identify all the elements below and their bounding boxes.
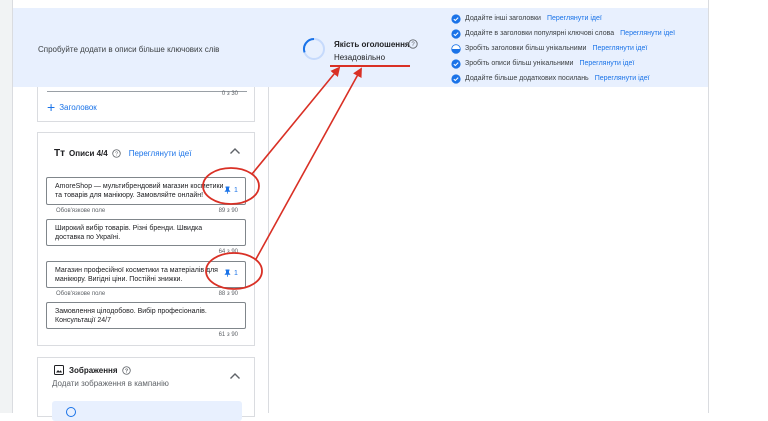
description-text: Широкий вибір товарів. Різні бренди. Шви… [55, 225, 203, 241]
suggestion-text: Зробіть заголовки більш унікальними [465, 45, 587, 52]
pin-indicator[interactable]: 1 [224, 269, 238, 277]
images-info-box [52, 401, 242, 421]
check-circle-icon [451, 74, 461, 84]
descriptions-title: Описи 4/4 [69, 149, 108, 158]
description-char-counter: 61 з 90 [218, 332, 238, 338]
description-char-counter: 64 з 90 [218, 249, 238, 255]
suggestion-text: Зробіть описи більш унікальними [465, 60, 574, 67]
check-circle-icon [451, 29, 461, 39]
description-field-4[interactable]: Замовлення цілодобово. Вибір професіонал… [46, 302, 246, 329]
required-field-label: Обов'язкове поле [56, 291, 106, 297]
svg-text:?: ? [411, 42, 415, 48]
right-gutter [709, 0, 768, 413]
description-char-counter: 88 з 90 [218, 291, 238, 297]
help-circle-icon[interactable]: ? [112, 149, 121, 158]
suggestion-ideas-link[interactable]: Переглянути ідеї [595, 75, 650, 82]
description-field-1[interactable]: AmoreShop — мультибрендовий магазин косм… [46, 177, 246, 205]
description-char-counter: 89 з 90 [218, 208, 238, 214]
ad-quality-title: Якість оголошення [334, 40, 410, 49]
suggestion-text: Додайте більше додаткових посилань [465, 75, 589, 82]
suggestion-ideas-link[interactable]: Переглянути ідеї [579, 60, 634, 67]
description-text: Магазин професійної косметики та матеріа… [55, 267, 218, 283]
ad-quality-value: Незадовільно [334, 53, 386, 62]
suggestion-text: Додайте інші заголовки [465, 15, 541, 22]
check-circle-icon [451, 14, 461, 24]
suggestion-ideas-link[interactable]: Переглянути ідеї [620, 30, 675, 37]
description-text: AmoreShop — мультибрендовий магазин косм… [55, 183, 224, 199]
info-icon [66, 407, 76, 417]
descriptions-ideas-link[interactable]: Переглянути ідеї [129, 149, 192, 158]
pin-indicator[interactable]: 1 [224, 186, 238, 194]
suggestion-text: Додайте в заголовки популярні ключові сл… [465, 30, 615, 37]
images-header: Зображення ? [54, 365, 131, 375]
suggestion-ideas-link[interactable]: Переглянути ідеї [592, 45, 647, 52]
descriptions-header: Тт Описи 4/4 ? Переглянути ідеї [54, 148, 191, 159]
description-field-3[interactable]: Магазин професійної косметики та матеріа… [46, 261, 246, 288]
text-format-icon: Тт [54, 148, 66, 159]
chevron-up-icon[interactable] [229, 372, 241, 380]
suggestion-ideas-link[interactable]: Переглянути ідеї [547, 15, 602, 22]
description-text: Замовлення цілодобово. Вибір професіонал… [55, 308, 207, 324]
chevron-up-icon[interactable] [229, 147, 241, 155]
add-headline-label: Заголовок [59, 102, 97, 112]
pin-icon [224, 186, 231, 194]
help-circle-icon[interactable]: ? [121, 365, 131, 375]
banner-hint: Спробуйте додати в описи більше ключових… [38, 45, 220, 54]
svg-text:?: ? [115, 151, 118, 157]
half-circle-icon [451, 44, 461, 54]
annotation-underline [330, 65, 410, 67]
pin-icon [224, 269, 231, 277]
plus-icon: + [47, 99, 56, 115]
help-circle-icon[interactable]: ? [408, 39, 418, 49]
progress-ring-icon [303, 38, 325, 60]
pin-position: 1 [234, 186, 238, 194]
add-headline-button[interactable]: + Заголовок [47, 99, 97, 115]
ad-strength-banner: Спробуйте додати в описи більше ключових… [13, 8, 708, 87]
images-title: Зображення [69, 365, 118, 375]
column-divider [268, 87, 269, 413]
images-subtitle: Додати зображення в кампанію [52, 379, 169, 388]
check-circle-icon [451, 59, 461, 69]
required-field-label: Обов'язкове поле [56, 208, 106, 214]
description-field-2[interactable]: Широкий вибір товарів. Різні бренди. Шви… [46, 219, 246, 246]
svg-text:?: ? [124, 368, 127, 374]
headline-char-counter: 0 з 30 [221, 91, 238, 97]
image-icon [54, 365, 64, 375]
pin-position: 1 [234, 269, 238, 277]
